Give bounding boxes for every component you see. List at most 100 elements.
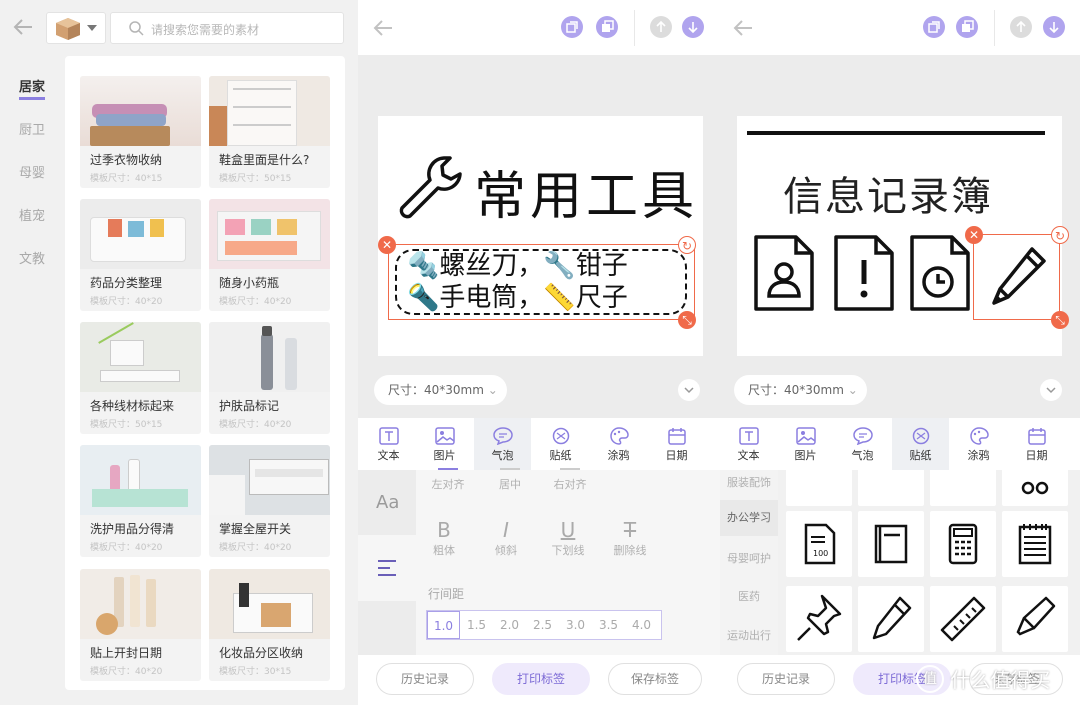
ruler-icon (940, 596, 986, 642)
material-type-selector[interactable] (46, 12, 106, 44)
chevron-down-icon[interactable] (678, 379, 700, 401)
spacing-option[interactable]: 1.0 (427, 611, 460, 639)
spacing-option[interactable]: 3.5 (592, 611, 625, 639)
sticker-grid: 100 (778, 470, 1080, 655)
sticker-item[interactable] (1002, 511, 1068, 577)
tab-date[interactable]: 日期 (648, 418, 705, 470)
tab-text[interactable]: 文本 (720, 418, 777, 470)
spacing-option[interactable]: 3.0 (559, 611, 592, 639)
sticker-item[interactable] (858, 511, 924, 577)
selected-sticker-box[interactable] (973, 234, 1060, 320)
category-item-kitchen-bath[interactable]: 厨卫 (0, 113, 64, 156)
box-icon (56, 18, 80, 40)
resize-icon[interactable]: ⤡ (1051, 311, 1069, 329)
template-card[interactable]: 各种线材标起来 模板尺寸：50*15 (80, 322, 201, 434)
sticker-item[interactable] (930, 470, 996, 506)
sticker-item[interactable] (858, 586, 924, 652)
spacing-option[interactable]: 2.0 (493, 611, 526, 639)
sticker-item[interactable] (1002, 586, 1068, 652)
font-icon[interactable]: Aa (376, 492, 399, 513)
tab-bubble[interactable]: 气泡 (474, 418, 531, 470)
sticker-item[interactable] (858, 470, 924, 506)
spacing-option[interactable]: 2.5 (526, 611, 559, 639)
tab-doodle[interactable]: 涂鸦 (950, 418, 1007, 470)
label-title[interactable]: 常用工具 (474, 154, 698, 229)
spacing-option[interactable]: 1.5 (460, 611, 493, 639)
sticker-item[interactable] (930, 586, 996, 652)
underline-option[interactable]: U 下划线 (548, 518, 588, 558)
label-title[interactable]: 信息记录簿 (783, 164, 993, 222)
history-button[interactable]: 历史记录 (376, 663, 474, 695)
template-grid: 过季衣物收纳 模板尺寸：40*15 鞋盒里面是什么? 模板尺寸：50*15 药品… (65, 56, 345, 690)
template-card[interactable]: 化妆品分区收纳 模板尺寸：30*15 (209, 569, 330, 681)
template-card[interactable]: 过季衣物收纳 模板尺寸：40*15 (80, 76, 201, 188)
template-card[interactable]: 护肤品标记 模板尺寸：40*20 (209, 322, 330, 434)
rotate-icon[interactable]: ↻ (1051, 226, 1069, 244)
move-down-icon[interactable] (1043, 16, 1065, 38)
tab-sticker[interactable]: 贴纸 (532, 418, 589, 470)
category-item-home[interactable]: 居家 (0, 70, 64, 113)
paragraph-tab[interactable] (358, 535, 416, 601)
align-left-option[interactable]: 左对齐 (428, 468, 468, 492)
italic-option[interactable]: I 倾斜 (486, 518, 526, 558)
chevron-down-icon[interactable] (1040, 379, 1062, 401)
tab-date[interactable]: 日期 (1008, 418, 1065, 470)
category-item-baby[interactable]: 母婴 (0, 156, 64, 199)
template-card[interactable]: 随身小药瓶 模板尺寸：40*20 (209, 199, 330, 311)
template-card[interactable]: 洗护用品分得清 模板尺寸：40*20 (80, 445, 201, 557)
sticker-cat-clothing[interactable]: 服装配饰 (720, 474, 778, 490)
template-card[interactable]: 药品分类整理 模板尺寸：40*20 (80, 199, 201, 311)
category-item-education[interactable]: 文教 (0, 242, 64, 285)
move-up-icon[interactable] (650, 16, 672, 38)
tab-sticker[interactable]: 贴纸 (892, 418, 949, 470)
sticker-cat-medicine[interactable]: 医药 (720, 588, 778, 604)
duplicate-icon[interactable] (561, 16, 583, 38)
template-card[interactable]: 贴上开封日期 模板尺寸：40*20 (80, 569, 201, 681)
move-up-icon[interactable] (1010, 16, 1032, 38)
sticker-item[interactable]: 100 (786, 511, 852, 577)
sticker-item[interactable] (1002, 470, 1068, 506)
sticker-cat-sports[interactable]: 运动出行 (720, 627, 778, 643)
template-card[interactable]: 掌握全屋开关 模板尺寸：40*20 (209, 445, 330, 557)
resize-icon[interactable]: ⤡ (678, 311, 696, 329)
close-icon[interactable]: ✕ (378, 236, 396, 254)
category-item-plants-pets[interactable]: 植宠 (0, 199, 64, 242)
sticker-item[interactable] (786, 470, 852, 506)
search-input[interactable]: 请搜索您需要的素材 (110, 12, 344, 44)
duplicate-icon[interactable] (923, 16, 945, 38)
tab-text[interactable]: 文本 (360, 418, 417, 470)
tab-image[interactable]: 图片 (416, 418, 473, 470)
copy-icon[interactable] (956, 16, 978, 38)
sticker-item[interactable] (930, 511, 996, 577)
align-center-option[interactable]: 居中 (490, 468, 530, 492)
size-selector[interactable]: 尺寸：40*30mm ⌄ (734, 375, 867, 405)
save-button[interactable]: 保存标签 (608, 663, 702, 695)
sticker-cat-baby[interactable]: 母婴呵护 (720, 550, 778, 566)
back-arrow-icon[interactable] (372, 17, 394, 39)
align-right-option[interactable]: 右对齐 (550, 468, 590, 492)
template-card[interactable]: 鞋盒里面是什么? 模板尺寸：50*15 (209, 76, 330, 188)
strikethrough-option[interactable]: T 删除线 (610, 518, 650, 558)
template-title: 掌握全屋开关 (219, 522, 292, 536)
rotate-icon[interactable]: ↻ (678, 236, 696, 254)
pliers-icon: 🔧 (543, 251, 576, 281)
back-arrow-icon[interactable] (732, 17, 754, 39)
bold-option[interactable]: B 粗体 (424, 518, 464, 558)
move-down-icon[interactable] (682, 16, 704, 38)
tab-image[interactable]: 图片 (777, 418, 834, 470)
size-selector[interactable]: 尺寸：40*30mm ⌄ (374, 375, 507, 405)
line-spacing-selector: 1.0 1.5 2.0 2.5 3.0 3.5 4.0 (426, 610, 662, 640)
close-icon[interactable]: ✕ (965, 226, 983, 244)
label-canvas[interactable]: 信息记录簿 ✕ ↻ ⤡ (737, 116, 1069, 356)
sticker-item[interactable] (786, 586, 852, 652)
back-arrow-icon[interactable] (12, 16, 34, 38)
selected-bubble-box[interactable]: 🔩螺丝刀，🔧钳子 🔦手电筒，📏尺子 (388, 244, 695, 320)
tab-bubble[interactable]: 气泡 (834, 418, 891, 470)
label-canvas[interactable]: 常用工具 🔩螺丝刀，🔧钳子 🔦手电筒，📏尺子 ✕ ↻ ⤡ (378, 116, 703, 356)
copy-icon[interactable] (596, 16, 618, 38)
print-button[interactable]: 打印标签 (492, 663, 590, 695)
history-button[interactable]: 历史记录 (737, 663, 835, 695)
spacing-option[interactable]: 4.0 (625, 611, 658, 639)
tab-doodle[interactable]: 涂鸦 (590, 418, 647, 470)
sticker-cat-office[interactable]: 办公学习 (720, 500, 778, 536)
